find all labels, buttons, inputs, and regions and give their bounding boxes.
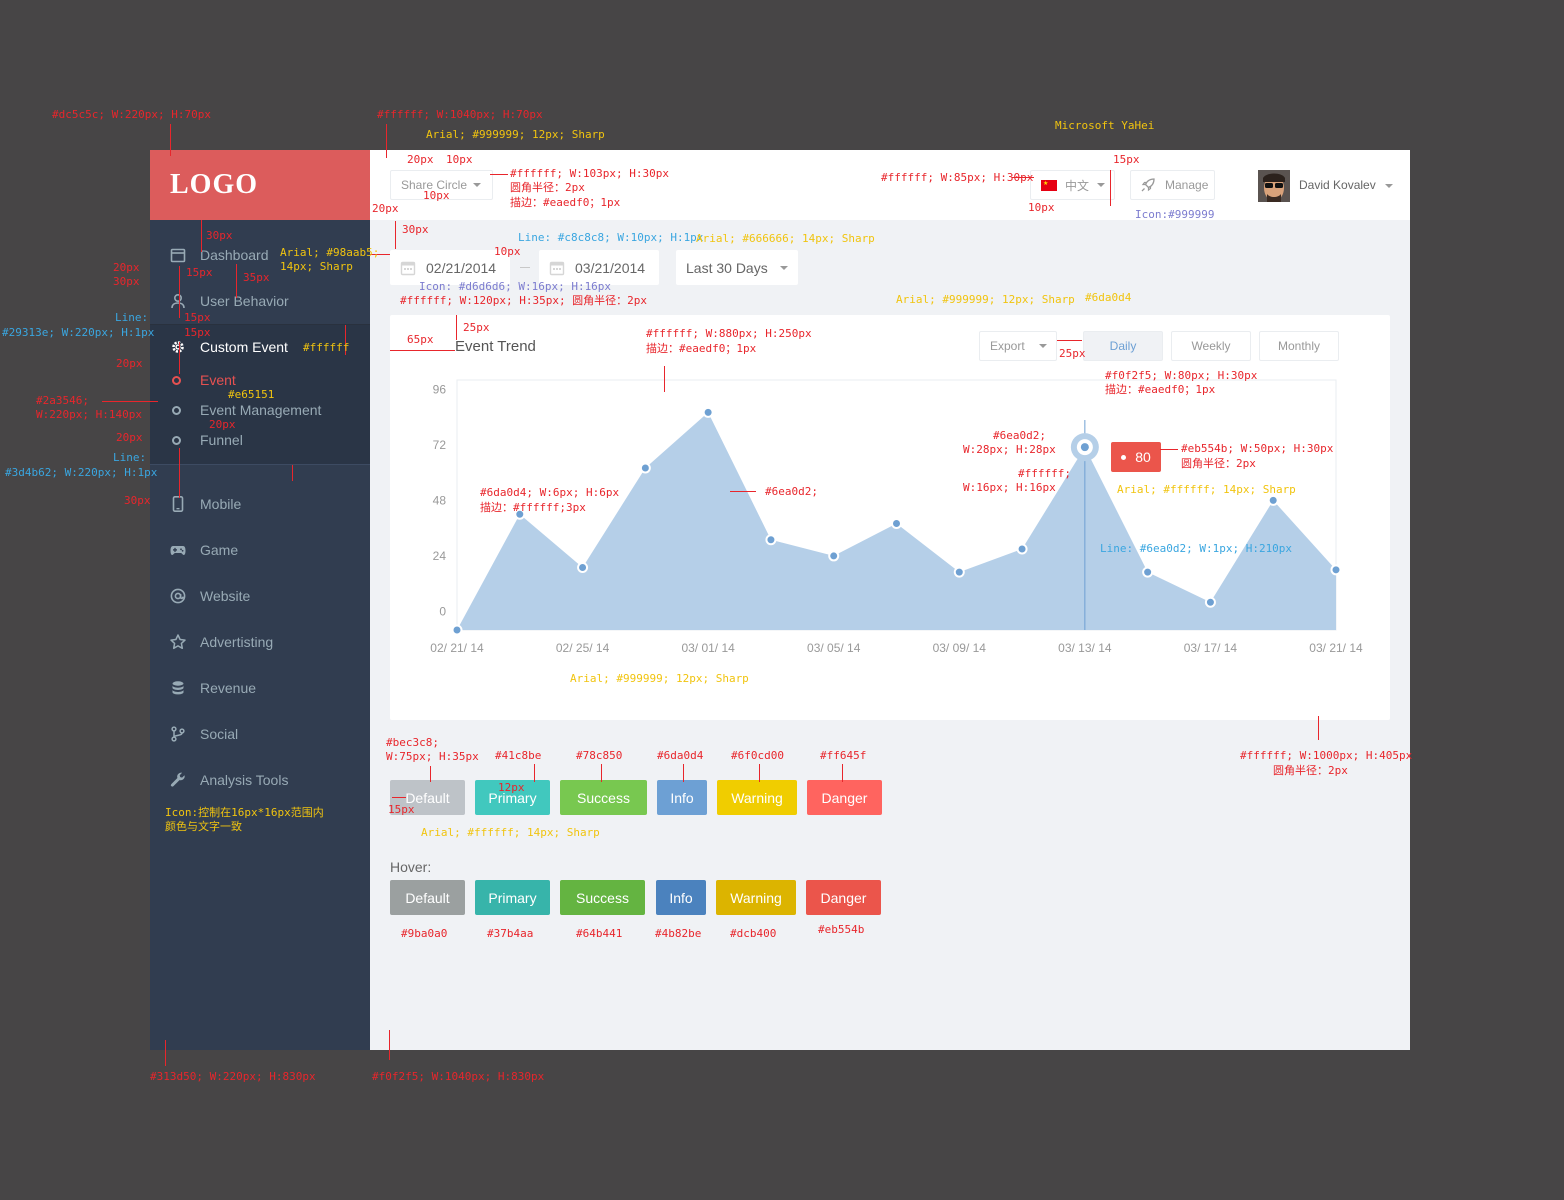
tooltip-value: 80	[1135, 449, 1151, 465]
x-tick-label: 03/ 05/ 14	[807, 641, 861, 655]
value-tooltip: 80	[1111, 442, 1161, 472]
flag-china-icon: ★	[1041, 179, 1057, 191]
x-tick-label: 02/ 21/ 14	[430, 641, 484, 655]
rocket-icon	[1141, 178, 1155, 192]
star-icon	[170, 634, 186, 650]
warning-button-hover[interactable]: Warning	[716, 880, 796, 915]
data-point	[1204, 596, 1216, 608]
chevron-down-icon	[473, 183, 482, 187]
nav-label: Social	[200, 726, 239, 742]
default-button-hover[interactable]: Default	[390, 880, 465, 915]
data-point	[702, 406, 714, 418]
info-button[interactable]: Info	[657, 780, 707, 815]
calendar-icon	[549, 260, 565, 276]
x-tick-label: 03/ 17/ 14	[1184, 641, 1238, 655]
database-icon	[170, 680, 186, 696]
sub-label: Event	[200, 372, 236, 388]
mobile-icon	[170, 496, 186, 512]
data-point	[1267, 494, 1279, 506]
nav-website[interactable]: Website	[150, 573, 370, 619]
data-point	[1016, 543, 1028, 555]
date-separator	[520, 267, 530, 268]
nav-label: Revenue	[200, 680, 257, 696]
logo: LOGO	[150, 150, 370, 220]
wrench-icon	[170, 772, 186, 788]
start-date-value: 02/21/2014	[426, 259, 497, 276]
x-tick-label: 03/ 09/ 14	[933, 641, 987, 655]
warning-button[interactable]: Warning	[717, 780, 797, 815]
range-select[interactable]: Last 30 Days	[676, 250, 798, 285]
success-button[interactable]: Success	[560, 780, 647, 815]
danger-button[interactable]: Danger	[807, 780, 882, 815]
branch-icon	[170, 726, 186, 742]
nav-analysis-tools[interactable]: Analysis Tools	[150, 757, 370, 803]
x-tick-label: 03/ 13/ 14	[1058, 641, 1112, 655]
nav-label: Custom Event	[200, 339, 288, 355]
nav-mobile[interactable]: Mobile	[150, 481, 370, 527]
sidebar: LOGO Dashboard User Behavior Custom Even…	[150, 150, 370, 1050]
hover-label: Hover:	[390, 859, 432, 875]
circle-icon	[172, 435, 181, 445]
nav-social[interactable]: Social	[150, 711, 370, 757]
user-name[interactable]: David Kovalev	[1299, 178, 1376, 192]
avatar[interactable]	[1258, 170, 1290, 202]
at-icon	[170, 588, 186, 604]
x-tick-label: 02/ 25/ 14	[556, 641, 610, 655]
circle-icon	[172, 375, 181, 385]
range-value: Last 30 Days	[686, 259, 768, 276]
data-point	[639, 462, 651, 474]
manage-label: Manage	[1165, 178, 1209, 192]
language-label: 中文	[1065, 178, 1090, 193]
bullet-icon	[1121, 454, 1127, 460]
y-tick-label: 48	[433, 493, 447, 507]
nav-label: Dashboard	[200, 247, 269, 263]
data-point	[1080, 443, 1089, 452]
circle-icon	[172, 405, 181, 415]
data-point	[765, 534, 777, 546]
nav-label: User Behavior	[200, 293, 289, 309]
info-button-hover[interactable]: Info	[656, 880, 706, 915]
calendar-icon	[400, 260, 416, 276]
nav-game[interactable]: Game	[150, 527, 370, 573]
data-point	[953, 566, 965, 578]
primary-button-hover[interactable]: Primary	[475, 880, 550, 915]
success-button-hover[interactable]: Success	[560, 880, 645, 915]
sub-label: Event Management	[200, 402, 322, 418]
chevron-down-icon	[779, 265, 788, 270]
data-point	[1330, 564, 1342, 576]
nav-label: Mobile	[200, 496, 242, 512]
data-point	[891, 518, 902, 530]
x-tick-label: 03/ 01/ 14	[681, 641, 735, 655]
manage-button[interactable]: Manage	[1130, 170, 1215, 200]
data-point	[828, 550, 840, 562]
y-tick-label: 96	[433, 382, 447, 396]
danger-button-hover[interactable]: Danger	[806, 880, 881, 915]
calendar-icon	[170, 247, 186, 263]
y-tick-label: 72	[433, 438, 447, 452]
data-point	[451, 624, 463, 636]
gamepad-icon	[170, 542, 186, 558]
language-select[interactable]: ★ 中文	[1030, 170, 1115, 200]
data-point	[1142, 566, 1154, 578]
nav-label: Advertisting	[200, 634, 274, 650]
y-tick-label: 24	[433, 549, 447, 563]
gear-icon	[170, 339, 186, 355]
data-point	[577, 562, 589, 573]
sub-item-funnel[interactable]: Funnel	[150, 425, 370, 455]
nav-label: Analysis Tools	[200, 772, 289, 788]
nav-label: Game	[200, 542, 239, 558]
nav-label: Website	[200, 588, 251, 604]
chevron-down-icon[interactable]	[1385, 184, 1393, 188]
end-date-value: 03/21/2014	[575, 259, 646, 276]
user-icon	[170, 293, 186, 309]
chevron-down-icon	[1097, 183, 1106, 187]
sub-label: Funnel	[200, 432, 243, 448]
nav-revenue[interactable]: Revenue	[150, 665, 370, 711]
x-tick-label: 03/ 21/ 14	[1309, 641, 1363, 655]
y-tick-label: 0	[439, 604, 446, 618]
nav-advertisting[interactable]: Advertisting	[150, 619, 370, 665]
